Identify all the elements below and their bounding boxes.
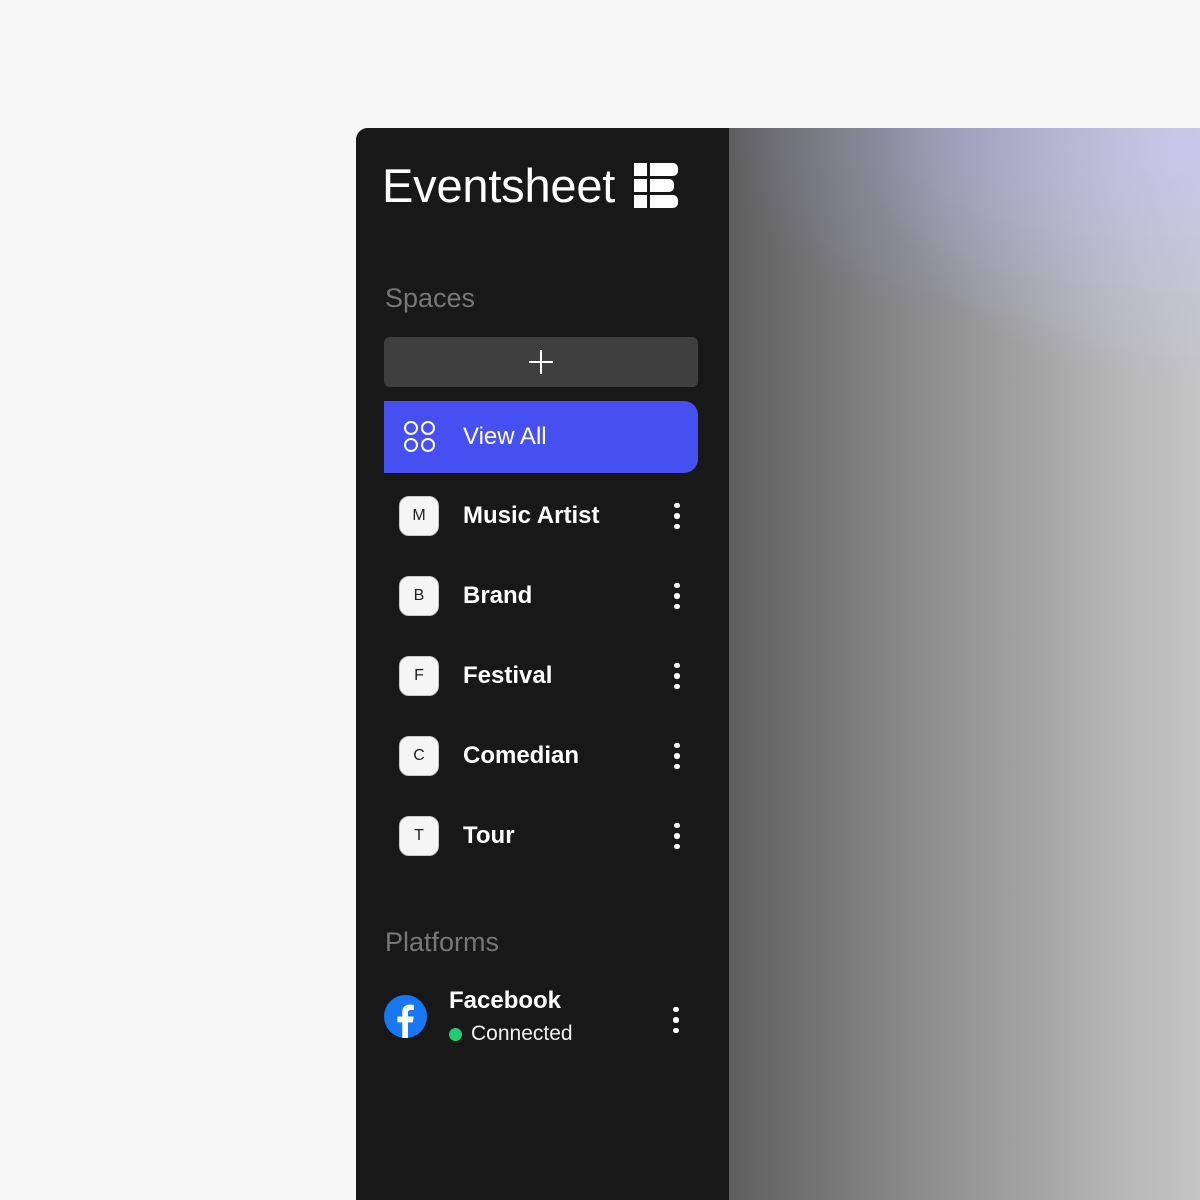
sidebar: Eventsheet Spaces View All M Music Artis… <box>356 128 729 1200</box>
sidebar-item-music-artist[interactable]: M Music Artist <box>399 494 689 538</box>
space-label: Music Artist <box>463 502 600 529</box>
view-all-label: View All <box>463 423 547 450</box>
avatar: B <box>399 576 439 616</box>
plus-icon <box>529 350 553 374</box>
more-options-icon[interactable] <box>665 580 689 612</box>
sidebar-item-brand[interactable]: B Brand <box>399 574 689 618</box>
space-label: Festival <box>463 662 553 689</box>
sidebar-item-view-all[interactable]: View All <box>384 401 698 473</box>
facebook-icon <box>384 995 427 1038</box>
grid-circles-icon <box>404 421 436 453</box>
more-options-icon[interactable] <box>665 660 689 692</box>
app-window: Eventsheet Spaces View All M Music Artis… <box>356 128 1200 1200</box>
eventsheet-logo-icon <box>634 163 679 209</box>
status-dot-icon <box>449 1027 462 1041</box>
avatar: F <box>399 656 439 696</box>
more-options-icon[interactable] <box>664 1004 688 1036</box>
add-space-button[interactable] <box>384 337 698 387</box>
more-options-icon[interactable] <box>665 820 689 852</box>
platform-name: Facebook <box>449 987 562 1014</box>
app-title: Eventsheet <box>382 159 616 212</box>
more-options-icon[interactable] <box>665 500 689 532</box>
more-options-icon[interactable] <box>665 740 689 772</box>
app-logo[interactable]: Eventsheet <box>382 158 679 214</box>
spaces-section-label: Spaces <box>385 283 476 313</box>
sidebar-item-tour[interactable]: T Tour <box>399 814 689 858</box>
avatar: T <box>399 816 439 856</box>
space-label: Tour <box>463 822 515 849</box>
space-label: Comedian <box>463 742 580 769</box>
avatar: C <box>399 736 439 776</box>
main-content-area <box>729 128 1200 1200</box>
platforms-section-label: Platforms <box>385 927 500 957</box>
platform-item-facebook[interactable]: Facebook Connected <box>384 986 694 1056</box>
status-text: Connected <box>471 1022 573 1045</box>
connection-status: Connected <box>449 1022 664 1046</box>
avatar: M <box>399 496 439 536</box>
space-label: Brand <box>463 582 533 609</box>
sidebar-item-festival[interactable]: F Festival <box>399 654 689 698</box>
sidebar-item-comedian[interactable]: C Comedian <box>399 734 689 778</box>
